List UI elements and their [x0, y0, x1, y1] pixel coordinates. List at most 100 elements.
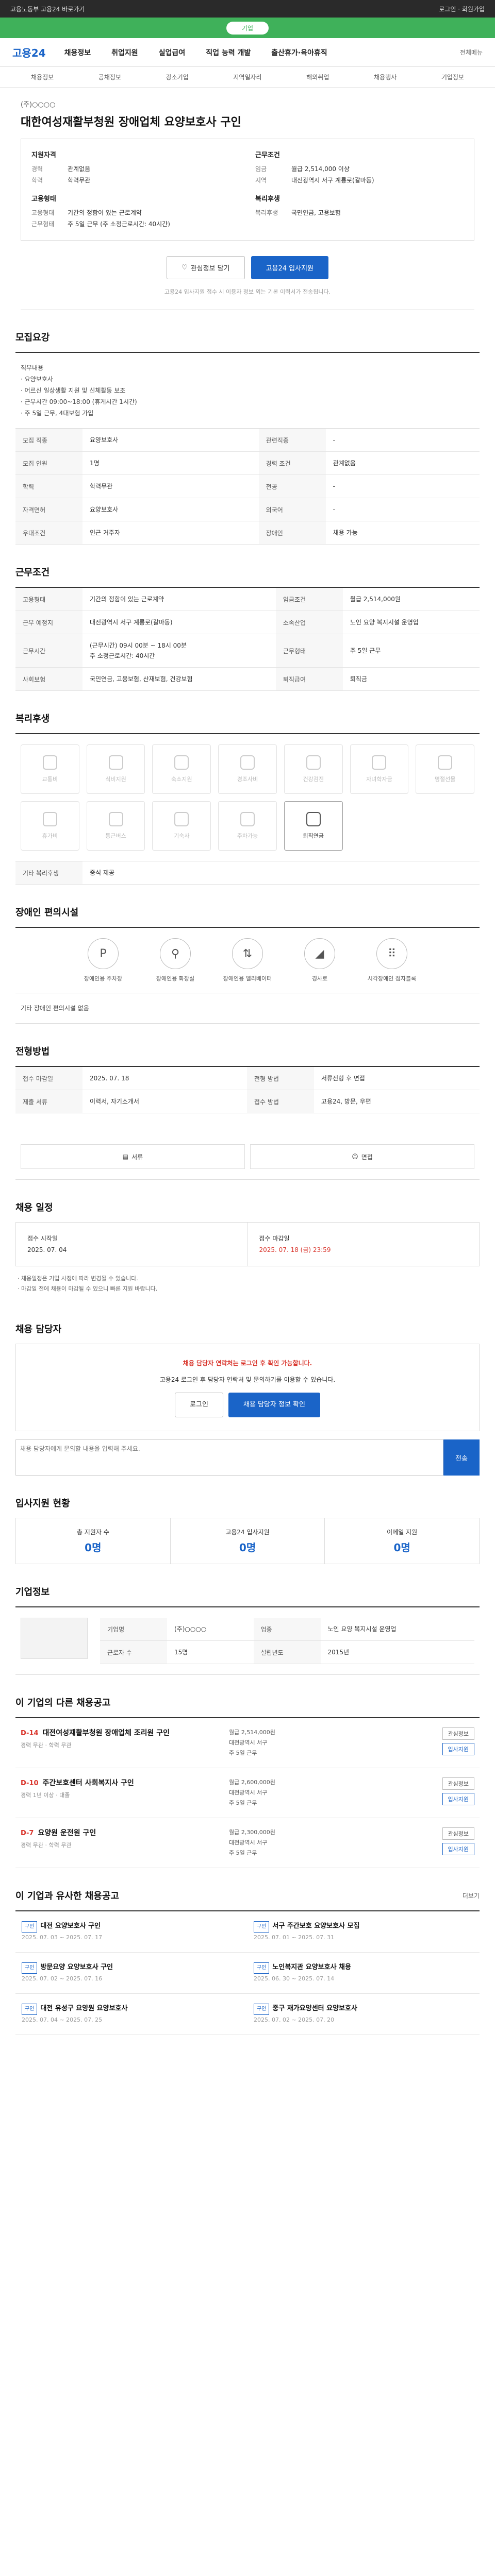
company-name[interactable]: (주)○○○○ [21, 99, 474, 109]
job-card[interactable]: 구인 중구 재가요양센터 요양보호사 2025. 07. 02 ~ 2025. 07… [248, 1994, 480, 2035]
card-title[interactable]: 대전 유성구 요양원 요양보호사 [40, 2005, 127, 2012]
list-item[interactable]: D-10 주간보호센터 사회복지사 구인 경력 1년 이상 · 대졸 월급 2,60… [15, 1768, 480, 1818]
apply-button[interactable]: 입사지원 [442, 1843, 474, 1855]
row-key: 학력 [15, 474, 82, 498]
subnav-item[interactable]: 강소기업 [166, 73, 189, 81]
apply-button[interactable]: 고용24 입사지원 [251, 256, 328, 279]
restroom-icon: ⚲ [160, 938, 191, 969]
welfare-item: 교통비 [21, 744, 79, 794]
row-key: 접수 방법 [246, 1090, 314, 1113]
row-key: 자격면허 [15, 498, 82, 521]
scrap-button[interactable]: ♡ 관심정보 담기 [167, 256, 245, 279]
row-value: - [325, 474, 480, 498]
subnav-item[interactable]: 해외취업 [306, 73, 329, 81]
job-actions: ♡ 관심정보 담기 고용24 입사지원 [21, 241, 474, 284]
dday-badge: D-10 [21, 1780, 39, 1787]
row-key: 접수 마감일 [15, 1067, 82, 1090]
banner-pill[interactable]: 기업 [226, 21, 269, 35]
job-item-title[interactable]: 대전여성재활부청원 장애업체 조리원 구인 [43, 1729, 170, 1737]
disability-label: 장애인용 엘리베이터 [223, 975, 272, 982]
welfare-item: 식비지원 [86, 744, 145, 794]
gnb-menu-item[interactable]: 채용정보 [64, 47, 91, 58]
list-item[interactable]: D-7 요양원 운전원 구인 경력 무관 · 학력 무관 월급 2,300,000원… [15, 1818, 480, 1868]
card-badge: 구인 [254, 1921, 270, 1933]
disability-icons: P 장애인용 주차장 ⚲ 장애인용 화장실 ⇅ 장애인용 엘리베이터 ◢ 경사로 ⠿ 시각… [15, 928, 480, 993]
welfare-label: 교통비 [42, 776, 58, 783]
row-key: 근무 예정지 [15, 611, 82, 634]
table-row: 기타 복리후생 중식 제공 [15, 861, 480, 885]
scrap-button[interactable]: 관심정보 [442, 1827, 474, 1840]
row-key: 사회보험 [15, 667, 82, 691]
scrap-button[interactable]: 관심정보 [442, 1777, 474, 1790]
topbar-right[interactable]: 로그인 · 회원가입 [439, 5, 485, 13]
subnav-item[interactable]: 채용정보 [31, 73, 54, 81]
elevator-icon: ⇅ [232, 938, 263, 969]
card-title[interactable]: 중구 재가요양센터 요양보호사 [272, 2005, 357, 2012]
card-title[interactable]: 대전 요양보호사 구인 [40, 1922, 101, 1930]
schedule-box: 접수 시작일 2025. 07. 04 접수 마감일 2025. 07. 18 … [15, 1222, 480, 1266]
stat-item: 고용24 입사지원 0명 [170, 1518, 325, 1564]
job-card[interactable]: 구인 대전 유성구 요양원 요양보호사 2025. 07. 04 ~ 2025. 0… [15, 1994, 248, 2035]
subnav-item[interactable]: 지역일자리 [233, 73, 261, 81]
section-title: 입사지원 현황 [15, 1498, 70, 1509]
subnav-item[interactable]: 공채정보 [98, 73, 121, 81]
apply-button[interactable]: 입사지원 [442, 1793, 474, 1805]
job-card[interactable]: 구인 노인복지관 요양보호사 채용 2025. 06. 30 ~ 2025. 07.… [248, 1953, 480, 1994]
gnb-menu-item[interactable]: 취업지원 [111, 47, 138, 58]
scrap-button[interactable]: 관심정보 [442, 1727, 474, 1740]
other-jobs-section: 이 기업의 다른 채용공고 D-14 대전여성재활부청원 장애업체 조리원 구인 경… [15, 1680, 480, 1873]
more-link[interactable]: 더보기 [463, 1891, 480, 1900]
table-row: 근무 예정지 대전광역시 서구 계룡로(갈마동) 소속산업 노인 요양 복지시설 운영… [15, 611, 480, 634]
qa-textarea[interactable] [15, 1439, 443, 1476]
summary-value: 주 5일 근무 (주 소정근로시간: 40시간) [68, 221, 170, 228]
row-key: 전형 방법 [246, 1067, 314, 1090]
row-value: - [325, 498, 480, 521]
site-logo[interactable]: 고용24 [12, 45, 46, 60]
welfare-item: 통근버스 [86, 801, 145, 851]
qa-form: 전송 [15, 1439, 480, 1476]
section-title: 모집요강 [15, 332, 50, 343]
gnb-menu-item[interactable]: 실업급여 [159, 47, 186, 58]
card-title[interactable]: 방문요양 요양보호사 구인 [40, 1963, 113, 1971]
disability-label: 장애인용 화장실 [156, 975, 195, 982]
disability-item: ⇅ 장애인용 엘리베이터 [219, 938, 276, 982]
welfare-item: 자녀학자금 [350, 744, 409, 794]
subnav-item[interactable]: 채용행사 [374, 73, 397, 81]
summary-row: 지역 대전광역시 서구 계룡로(갈마동) [255, 175, 464, 186]
row-value: 국민연금, 고용보험, 산재보험, 건강보험 [82, 667, 276, 691]
row-key: 근로자 수 [100, 1640, 167, 1664]
row-key: 외국어 [258, 498, 326, 521]
job-card[interactable]: 구인 방문요양 요양보호사 구인 2025. 07. 02 ~ 2025. 07. … [15, 1953, 248, 1994]
topbar-left[interactable]: 고용노동부 고용24 바로가기 [10, 5, 85, 13]
table-row: 근로자 수 15명 설립년도 2015년 [100, 1640, 474, 1664]
job-item-title[interactable]: 주간보호센터 사회복지사 구인 [43, 1779, 134, 1787]
braille-block-icon: ⠿ [376, 938, 407, 969]
gnb-menu-item[interactable]: 출산휴가·육아휴직 [271, 47, 327, 58]
apply-button[interactable]: 입사지원 [442, 1743, 474, 1755]
table-row: 근무시간 (근무시간) 09시 00분 ~ 18시 00분 주 소정근로시간: 4… [15, 634, 480, 668]
welfare-label: 기숙사 [174, 833, 190, 839]
disability-item: P 장애인용 주차장 [75, 938, 131, 982]
summary-row: 경력 관계없음 [31, 163, 240, 175]
gnb-menu-item[interactable]: 직업 능력 개발 [206, 47, 251, 58]
row-value: 2015년 [320, 1640, 474, 1664]
login-button[interactable]: 로그인 [175, 1393, 223, 1417]
row-value: (근무시간) 09시 00분 ~ 18시 00분 주 소정근로시간: 40시간 [82, 634, 276, 668]
subnav-item[interactable]: 기업정보 [441, 73, 464, 81]
qa-send-button[interactable]: 전송 [443, 1439, 480, 1476]
job-card[interactable]: 구인 서구 주간보호 요양보호사 모집 2025. 07. 01 ~ 2025. 0… [248, 1911, 480, 1953]
card-title[interactable]: 서구 주간보호 요양보호사 모집 [272, 1922, 359, 1930]
all-menu-button[interactable]: 전체메뉴 [460, 48, 483, 57]
card-title[interactable]: 노인복지관 요양보호사 채용 [272, 1963, 351, 1971]
card-date: 2025. 07. 04 ~ 2025. 07. 25 [22, 2016, 103, 2023]
job-item-title[interactable]: 요양원 운전원 구인 [38, 1829, 96, 1837]
section-title: 채용 담당자 [15, 1324, 62, 1335]
list-item[interactable]: D-14 대전여성재활부청원 장애업체 조리원 구인 경력 무관 · 학력 무관 월… [15, 1718, 480, 1768]
job-card[interactable]: 구인 대전 요양보호사 구인 2025. 07. 03 ~ 2025. 07. 17 [15, 1911, 248, 1953]
summary-row: 복리후생 국민연금, 고용보험 [255, 207, 464, 218]
contact-info-button[interactable]: 채용 담당자 정보 확인 [228, 1393, 320, 1417]
process-box: 접수 마감일 2025. 07. 18 전형 방법 서류전형 후 면접 제출 서류 이력… [15, 1066, 480, 1113]
row-value: 대전광역시 서구 계룡로(갈마동) [82, 611, 276, 634]
welfare-item: 휴가비 [21, 801, 79, 851]
row-key: 관련직종 [258, 429, 326, 452]
